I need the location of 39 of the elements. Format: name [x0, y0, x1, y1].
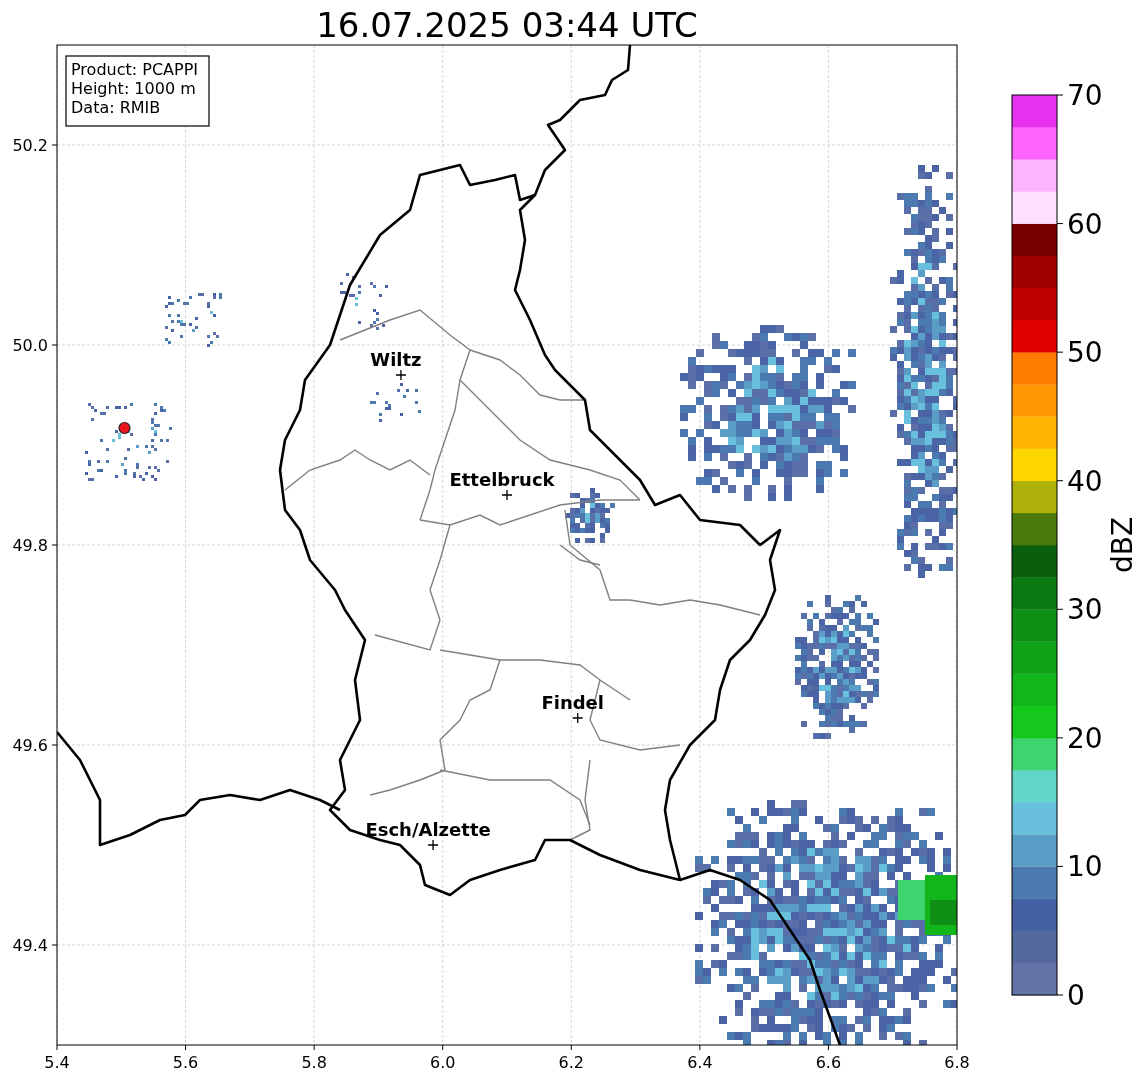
colorbar-tick-label: 10	[1067, 850, 1103, 884]
x-tick-label: 5.4	[44, 1053, 70, 1072]
x-tick-label: 6.6	[815, 1053, 842, 1072]
colorbar-tick-label: 70	[1067, 79, 1103, 112]
x-tick-label: 6.0	[430, 1053, 456, 1072]
y-tick-label: 50.2	[12, 136, 48, 155]
radar-echo-patch	[565, 488, 615, 543]
colorbar-tick-label: 50	[1067, 336, 1103, 370]
radar-echo-patch	[165, 293, 222, 347]
city-label: Ettelbruck	[449, 469, 555, 490]
radar-site-marker	[118, 421, 131, 435]
info-text: Product: PCAPPI	[71, 60, 198, 79]
radar-echo-patch	[340, 273, 388, 330]
y-tick-label: 49.4	[12, 936, 48, 955]
x-tick-label: 5.8	[301, 1053, 327, 1072]
city-marker-icon	[427, 839, 439, 851]
city-label: Wiltz	[370, 349, 422, 370]
x-tick-label: 6.8	[944, 1053, 970, 1072]
x-tick-label: 5.6	[172, 1053, 199, 1072]
city-label: Esch/Alzette	[365, 819, 491, 840]
map-title: 16.07.2025 03:44 UTC	[316, 5, 698, 45]
city-label: Findel	[541, 692, 604, 713]
city-marker-icon	[572, 712, 584, 724]
city-marker-icon	[501, 489, 513, 501]
y-tick-label: 49.8	[12, 536, 48, 555]
info-text: Data: RMIB	[71, 98, 161, 117]
x-tick-label: 6.4	[687, 1053, 713, 1072]
radar-echo-patch	[370, 383, 421, 422]
city-marker-icon	[395, 369, 407, 381]
colorbar-label: dBZ	[1106, 516, 1139, 574]
info-text: Height: 1000 m	[71, 79, 196, 98]
colorbar-tick-label: 20	[1067, 721, 1103, 755]
colorbar-tick-label: 60	[1067, 207, 1103, 241]
colorbar-tick-label: 40	[1067, 464, 1103, 498]
colorbar-tick-label: 30	[1067, 593, 1103, 627]
x-tick-label: 6.2	[558, 1053, 584, 1072]
colorbar-tick-label: 0	[1067, 979, 1085, 1012]
y-tick-label: 50.0	[12, 336, 48, 355]
y-tick-label: 49.6	[12, 736, 48, 755]
